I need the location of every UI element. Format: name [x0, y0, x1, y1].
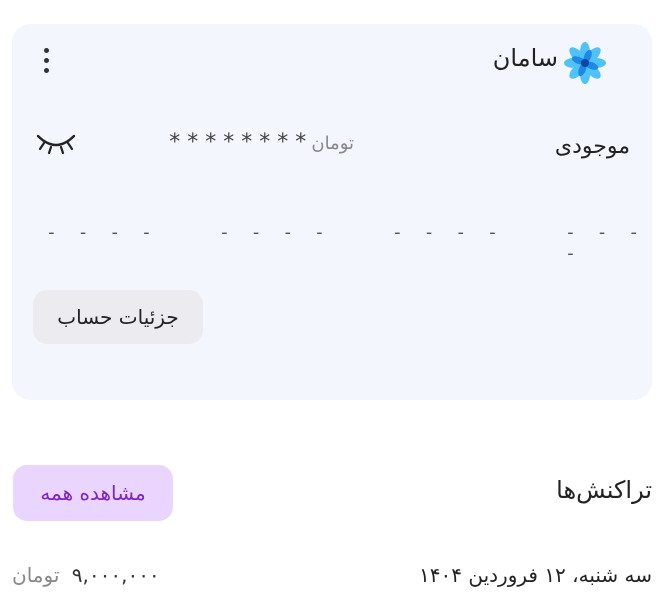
- balance-value: تومان * * * * * * * *: [120, 130, 360, 155]
- balance-currency: تومان: [311, 133, 354, 154]
- transaction-amount-value: ۹,۰۰۰,۰۰۰: [71, 563, 160, 587]
- eye-closed-icon[interactable]: [34, 128, 78, 158]
- placeholder-field: - - - -: [392, 222, 503, 243]
- kebab-menu-icon[interactable]: [36, 44, 56, 80]
- saman-bank-logo-icon: [564, 42, 606, 84]
- transactions-title: تراکنش‌ها: [556, 476, 652, 504]
- placeholder-field: - - - -: [219, 222, 330, 243]
- view-all-button[interactable]: مشاهده همه: [13, 465, 173, 521]
- placeholder-field: - - - -: [46, 222, 157, 243]
- transaction-currency: تومان: [12, 563, 60, 587]
- balance-label: موجودی: [554, 134, 630, 159]
- bank-name: سامان: [492, 44, 558, 72]
- account-details-button[interactable]: جزئیات حساب: [33, 290, 203, 344]
- transaction-date: سه شنبه، ۱۲ فروردین ۱۴۰۴: [419, 563, 652, 587]
- transaction-amount: ۹,۰۰۰,۰۰۰ تومان: [12, 563, 212, 587]
- balance-masked: * * * * * * * *: [169, 130, 307, 155]
- placeholder-field: - - - -: [565, 222, 645, 264]
